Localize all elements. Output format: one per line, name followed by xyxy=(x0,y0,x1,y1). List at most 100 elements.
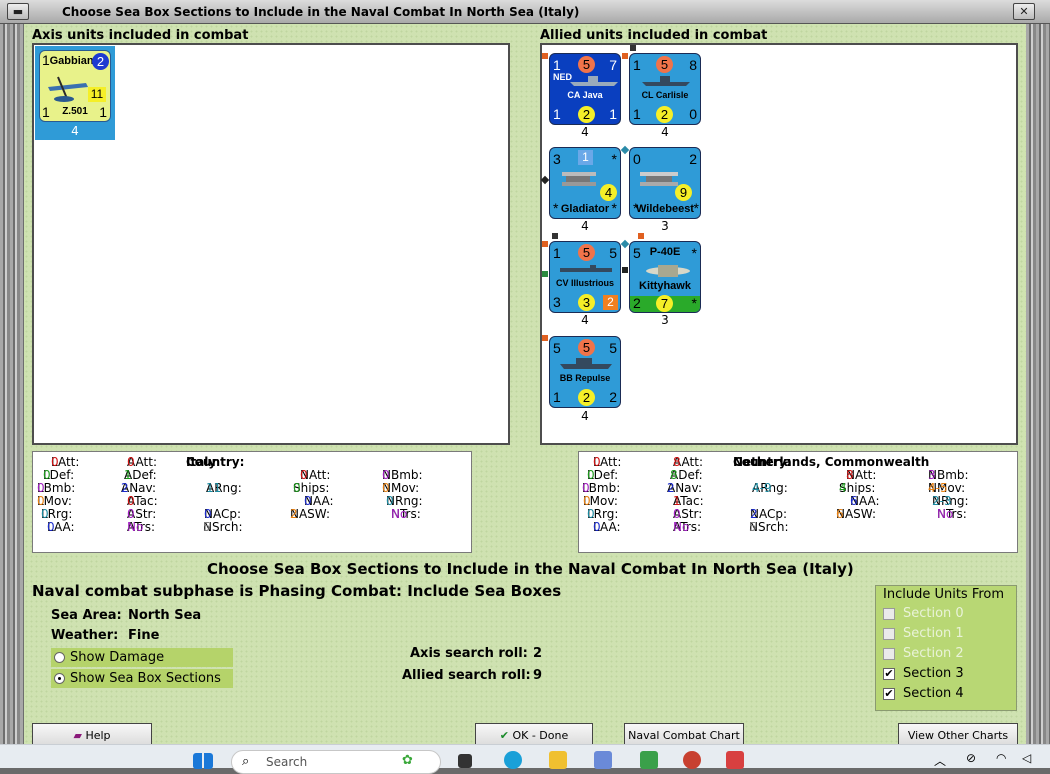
allied-unit-cl-carlisle[interactable]: 1 5 8 CL Carlisle 1 2 0 xyxy=(629,53,701,125)
stat-lbmb: 0 xyxy=(582,481,590,495)
axis-roll-label: Axis search roll: xyxy=(410,646,528,661)
unit-circle: 7 xyxy=(656,295,673,312)
unit-tl: 1 xyxy=(553,57,561,73)
stat-nsrch: 5 xyxy=(203,520,211,534)
unit-tr: 5 xyxy=(609,340,617,356)
unit-top-circle: 5 xyxy=(656,56,673,73)
include-units-panel: Include Units From Section 0 Section 1 S… xyxy=(875,585,1017,711)
battleship-icon xyxy=(560,357,612,372)
network-icon[interactable]: ⊘ xyxy=(966,751,976,765)
stat-ldef: 0 xyxy=(43,468,51,482)
stat-natt: 0 xyxy=(300,468,308,482)
allied-country: Netherlands, Commonwealth xyxy=(733,455,930,469)
windows-start-icon[interactable] xyxy=(193,753,213,769)
stat-naa: 6 xyxy=(850,494,858,508)
calculator-icon[interactable] xyxy=(594,751,612,769)
task-view-icon[interactable] xyxy=(458,754,472,768)
unit-bl: 3 xyxy=(553,294,561,310)
carrier-icon xyxy=(560,264,612,278)
stat-nacp: 2 xyxy=(750,507,758,521)
stat-nmov: 4-5 xyxy=(928,481,948,495)
checkbox-label: Section 4 xyxy=(903,686,964,701)
unit-br: 1 xyxy=(99,104,107,120)
main-panel: Axis units included in combat Allied uni… xyxy=(24,24,1026,749)
status-marker xyxy=(542,53,548,59)
checkbox[interactable] xyxy=(883,648,895,660)
close-button[interactable]: ✕ xyxy=(1013,3,1035,20)
stat-lmov: 0 xyxy=(37,494,45,508)
stat-lbmb: 0 xyxy=(37,481,45,495)
unit-br: 2 xyxy=(609,389,617,405)
unit-bl: 1 xyxy=(633,106,641,122)
unit-tl: 5 xyxy=(553,340,561,356)
taskbar-search[interactable]: ⌕ Search ✿ xyxy=(231,750,441,774)
unit-bl: 1 xyxy=(553,389,561,405)
checkbox-label: Section 2 xyxy=(903,646,964,661)
show-sea-box-sections-radio[interactable]: Show Sea Box Sections xyxy=(51,669,233,688)
status-marker xyxy=(542,241,548,247)
checkbox-label: Section 1 xyxy=(903,626,964,641)
stat-aatt: 0 xyxy=(127,455,135,469)
stat-natt: 8 xyxy=(846,468,854,482)
status-marker xyxy=(542,335,548,341)
sea-area-value: North Sea xyxy=(128,608,202,623)
unit-br: * xyxy=(611,200,617,216)
status-marker xyxy=(622,267,628,273)
unit-name: Wildebeest xyxy=(636,203,694,215)
ok-label: OK - Done xyxy=(512,729,569,742)
unit-top-circle: 5 xyxy=(578,244,595,261)
checkbox[interactable] xyxy=(883,628,895,640)
stat-arng: 4-9 xyxy=(752,481,772,495)
stat-latt: 0 xyxy=(51,455,59,469)
game-icon[interactable] xyxy=(683,751,701,769)
axis-unit-gabbiano[interactable]: 1 Gabbiano 2 11 1 Z.501 1 4 xyxy=(35,46,115,140)
stat-adef: 8 xyxy=(670,468,678,482)
radio-label: Show Sea Box Sections xyxy=(70,671,221,686)
show-damage-radio[interactable]: Show Damage xyxy=(51,648,233,667)
volume-icon[interactable]: ◁ xyxy=(1022,751,1031,765)
unit-top-circle: 5 xyxy=(578,339,595,356)
system-menu-button[interactable]: ▬ xyxy=(7,3,29,20)
wifi-icon[interactable]: ◠ xyxy=(996,751,1006,765)
unit-tr: * xyxy=(611,151,617,167)
file-explorer-icon[interactable] xyxy=(549,751,567,769)
axis-stats-panel: LAtt: 0 AAtt: 0 Country: Italy LDef: 0 A… xyxy=(32,451,472,553)
allied-stats-panel: LAtt: 0 AAtt: 8 Country: Netherlands, Co… xyxy=(578,451,1018,553)
unit-tl: 1 xyxy=(633,57,641,73)
stat-aatt: 8 xyxy=(673,455,681,469)
unit-tr: * xyxy=(691,245,697,261)
allied-unit-bb-repulse[interactable]: 5 5 5 BB Repulse 1 2 2 xyxy=(549,336,621,408)
allied-unit-gladiator[interactable]: 3 1 * 4 * Gladiator * xyxy=(549,147,621,219)
combat-heading: Choose Sea Box Sections to Include in th… xyxy=(207,560,854,578)
status-marker xyxy=(620,145,630,155)
stat-nbmb: 0 xyxy=(382,468,390,482)
cruiser-icon xyxy=(642,74,690,89)
stat-lrrg: 0 xyxy=(587,507,595,521)
status-marker xyxy=(630,45,636,51)
allied-unit-wildebeest[interactable]: 0 2 9 * Wildebeest * xyxy=(629,147,701,219)
unit-count: 4 xyxy=(71,124,79,138)
snipping-tool-icon[interactable] xyxy=(726,751,744,769)
stat-arng: 11 xyxy=(206,481,222,495)
plant-icon: ✿ xyxy=(402,753,413,768)
checkbox[interactable] xyxy=(883,608,895,620)
checkbox[interactable]: ✔ xyxy=(883,668,895,680)
chevron-up-icon[interactable]: ︿ xyxy=(934,752,946,769)
status-marker xyxy=(542,271,548,277)
radio-dot[interactable] xyxy=(54,652,65,663)
axis-header: Axis units included in combat xyxy=(32,28,249,43)
unit-br: 0 xyxy=(689,106,697,122)
unit-count: 4 xyxy=(581,219,589,233)
edge-icon[interactable] xyxy=(504,751,522,769)
app-icon[interactable] xyxy=(640,751,658,769)
allied-unit-ca-java[interactable]: 1 5 7 NED CA Java 1 2 1 xyxy=(549,53,621,125)
radio-dot[interactable] xyxy=(54,673,65,684)
unit-bl: 2 xyxy=(633,295,641,311)
stat-nbmb: 3 xyxy=(928,468,936,482)
allied-unit-cv-illustrious[interactable]: 1 5 5 CV Illustrious 3 3 2 xyxy=(549,241,621,313)
unit-tr: 7 xyxy=(609,57,617,73)
allied-unit-kittyhawk[interactable]: 5 P-40E * Kittyhawk 2 7 * xyxy=(629,241,701,313)
checkbox[interactable]: ✔ xyxy=(883,688,895,700)
stat-nsrch: 5 xyxy=(749,520,757,534)
stat-nasw: 6 xyxy=(836,507,844,521)
